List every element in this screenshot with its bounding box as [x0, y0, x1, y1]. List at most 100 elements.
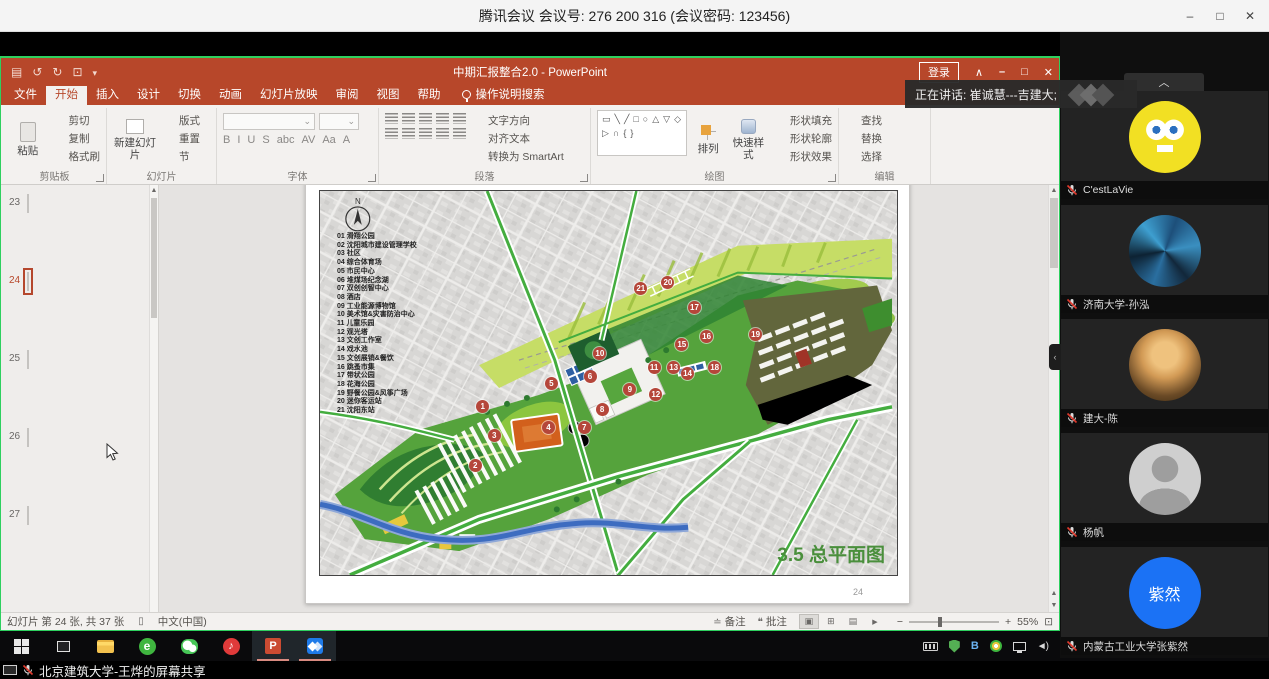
participant-tile[interactable]: 建大-陈: [1061, 319, 1268, 427]
bluetooth-icon[interactable]: [971, 640, 979, 652]
powerpoint-icon[interactable]: [252, 631, 294, 661]
bullet-list-icon[interactable]: [385, 113, 398, 124]
ribbon-tab[interactable]: 视图: [368, 84, 409, 105]
ribbon-tab[interactable]: 幻灯片放映: [251, 84, 327, 105]
slide-thumbnail[interactable]: 24: [1, 273, 158, 337]
editing-action[interactable]: 选择: [845, 149, 882, 164]
task-view-button[interactable]: [42, 631, 84, 661]
meeting-app-icon[interactable]: [294, 631, 336, 661]
keyboard-icon[interactable]: [923, 642, 938, 651]
minimize-button[interactable]: –: [1175, 0, 1205, 32]
font-toggle-button[interactable]: S: [262, 134, 269, 146]
scrollbar-thumb[interactable]: [151, 198, 157, 318]
scrollbar-thumb[interactable]: [1050, 198, 1058, 268]
font-size-combobox[interactable]: ⌄: [319, 113, 359, 130]
ribbon-tab[interactable]: 插入: [87, 84, 128, 105]
volume-icon[interactable]: [1037, 641, 1048, 652]
quick-styles-button[interactable]: 快速样式: [729, 110, 768, 170]
paste-button[interactable]: 粘贴: [9, 110, 47, 170]
font-toggle-button[interactable]: Aa: [322, 134, 335, 146]
zoom-out-button[interactable]: −: [897, 616, 903, 628]
safety-icon[interactable]: [990, 640, 1002, 652]
ribbon-tab[interactable]: 设计: [128, 84, 169, 105]
spellcheck-icon[interactable]: ▯: [138, 616, 144, 627]
slides-action[interactable]: 版式: [163, 113, 200, 128]
fit-slide-icon[interactable]: ⊡: [1044, 616, 1053, 628]
reading-view-icon[interactable]: [843, 614, 863, 629]
restore-icon[interactable]: [1021, 66, 1028, 79]
slide-thumbnail[interactable]: 26: [1, 429, 158, 493]
language-status[interactable]: 中文(中国): [158, 614, 207, 629]
editing-action[interactable]: 查找: [845, 113, 882, 128]
scroll-up-icon[interactable]: ▲: [1049, 185, 1059, 197]
slideshow-view-icon[interactable]: [865, 614, 885, 629]
main-scrollbar[interactable]: ▲ ▲ ▼: [1048, 185, 1059, 612]
new-slide-button[interactable]: 新建幻灯片: [113, 110, 157, 170]
drawing-action[interactable]: 形状轮廓: [774, 131, 832, 146]
participant-tile[interactable]: 杨帆: [1061, 433, 1268, 541]
drawing-action[interactable]: 形状填充: [774, 113, 832, 128]
zoom-slider-thumb[interactable]: [938, 617, 942, 627]
font-toggle-button[interactable]: U: [247, 134, 255, 146]
decrease-indent-icon[interactable]: [419, 113, 432, 124]
align-right-icon[interactable]: [419, 128, 432, 139]
clipboard-action[interactable]: 格式刷: [53, 149, 101, 164]
dialog-launcher-icon[interactable]: [580, 174, 588, 182]
drawing-action[interactable]: 形状效果: [774, 149, 832, 164]
dialog-launcher-icon[interactable]: [828, 174, 836, 182]
notes-button[interactable]: ≐ 备注: [713, 614, 745, 629]
zoom-slider[interactable]: [909, 621, 999, 623]
music-app-icon[interactable]: [210, 631, 252, 661]
font-toggle-button[interactable]: B: [223, 134, 230, 146]
close-button[interactable]: ✕: [1235, 0, 1265, 32]
shield-icon[interactable]: [949, 640, 960, 653]
previous-slide-button[interactable]: ▲: [1049, 588, 1059, 600]
slide-thumbnail[interactable]: 25: [1, 351, 158, 415]
browser-icon[interactable]: [126, 631, 168, 661]
justify-icon[interactable]: [436, 128, 449, 139]
ribbon-tab[interactable]: 审阅: [327, 84, 368, 105]
ribbon-tab[interactable]: 切换: [169, 84, 210, 105]
arrange-button[interactable]: 排列: [693, 110, 722, 170]
shape-gallery[interactable]: ▭╲╱□○△▽◇▷∩{}: [597, 110, 687, 156]
redo-icon[interactable]: [52, 66, 62, 78]
close-icon[interactable]: [1044, 66, 1053, 79]
font-name-combobox[interactable]: ⌄: [223, 113, 315, 130]
file-explorer-icon[interactable]: [84, 631, 126, 661]
panel-hide-handle[interactable]: ‹: [1049, 344, 1061, 370]
normal-view-icon[interactable]: [799, 614, 819, 629]
slides-action[interactable]: 重置: [163, 131, 200, 146]
slide-sorter-icon[interactable]: [821, 614, 841, 629]
slides-action[interactable]: 节: [163, 149, 200, 164]
slideshow-icon[interactable]: [72, 66, 82, 78]
font-toggle-button[interactable]: I: [237, 134, 240, 146]
clipboard-action[interactable]: 剪切: [53, 113, 101, 128]
slide-thumbnail[interactable]: 23: [1, 195, 158, 259]
maximize-button[interactable]: □: [1205, 0, 1235, 32]
paragraph-action[interactable]: 对齐文本: [472, 131, 564, 146]
font-toggle-button[interactable]: AV: [301, 134, 315, 146]
dialog-launcher-icon[interactable]: [96, 174, 104, 182]
ribbon-display-icon[interactable]: [975, 66, 983, 79]
participant-tile[interactable]: 济南大学-孙泓: [1061, 205, 1268, 313]
editing-action[interactable]: 替换: [845, 131, 882, 146]
ribbon-tab[interactable]: 帮助: [409, 84, 450, 105]
save-icon[interactable]: [11, 66, 22, 78]
line-spacing-icon[interactable]: [453, 113, 466, 124]
clipboard-action[interactable]: 复制: [53, 131, 101, 146]
comments-button[interactable]: ❝ 批注: [758, 614, 787, 629]
columns-icon[interactable]: [453, 128, 466, 139]
ribbon-tab[interactable]: 动画: [210, 84, 251, 105]
align-left-icon[interactable]: [385, 128, 398, 139]
font-toggle-button[interactable]: abc: [277, 134, 295, 146]
start-button[interactable]: [0, 631, 42, 661]
thumbnail-scrollbar[interactable]: ▲: [149, 185, 158, 612]
slide-thumbnail[interactable]: 27: [1, 507, 158, 571]
ribbon-tab[interactable]: 文件: [5, 84, 46, 105]
zoom-in-button[interactable]: +: [1005, 616, 1011, 628]
paragraph-action[interactable]: 转换为 SmartArt: [472, 149, 564, 164]
paragraph-action[interactable]: 文字方向: [472, 113, 564, 128]
network-icon[interactable]: [1013, 642, 1026, 651]
wechat-icon[interactable]: [168, 631, 210, 661]
qat-more-icon[interactable]: [93, 66, 98, 78]
